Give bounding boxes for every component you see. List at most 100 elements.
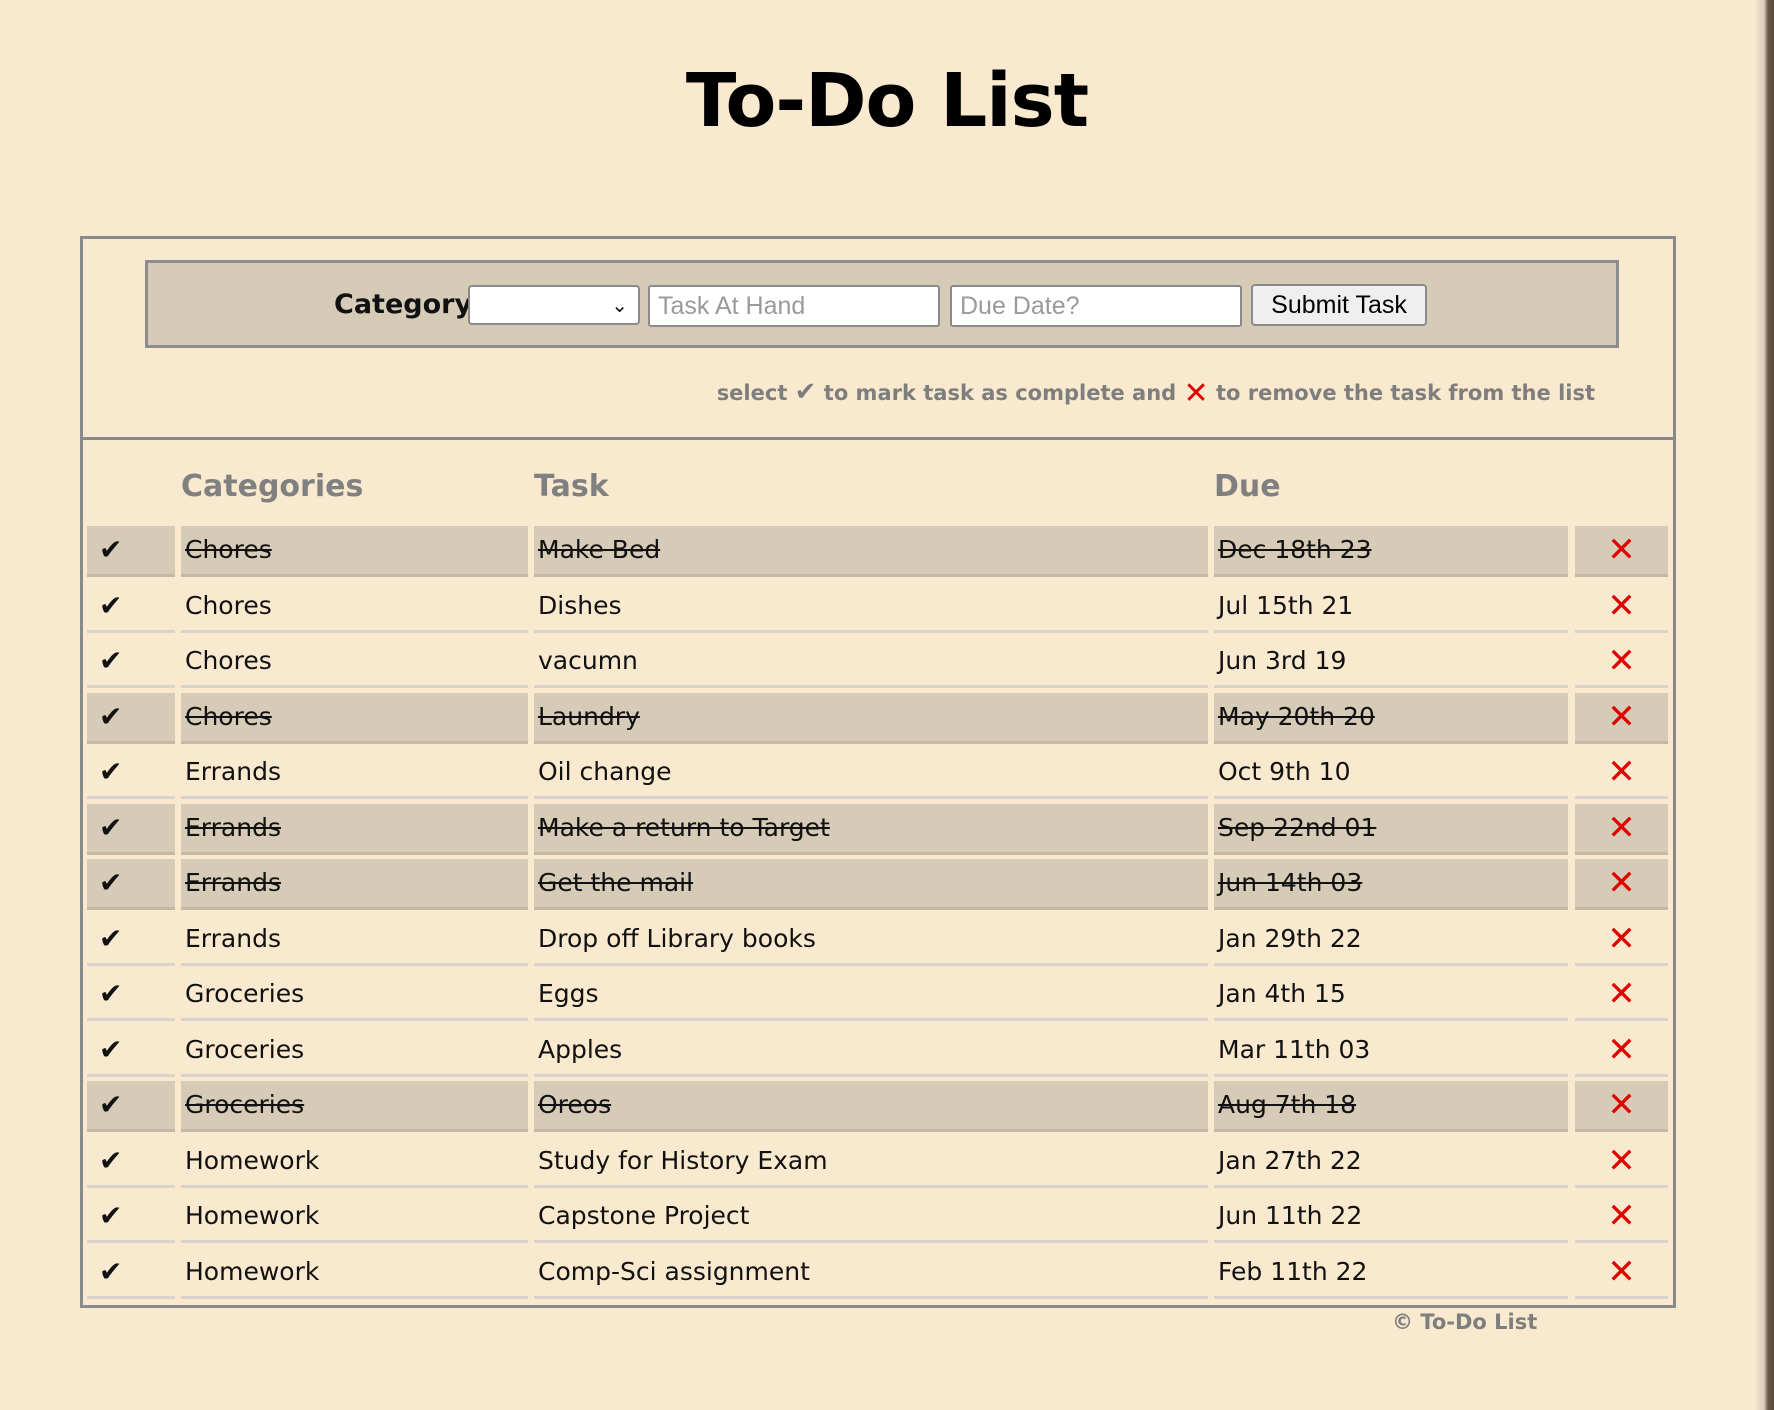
task-form: Category ⌄ Task At Hand Due Date? Submit… <box>145 260 1619 348</box>
task-name-text: Oreos <box>538 1090 612 1119</box>
task-due-date-text: Jan 27th 22 <box>1218 1145 1362 1175</box>
remove-x-icon[interactable]: ✕ <box>1575 748 1668 799</box>
task-name-text: Study for History Exam <box>538 1145 828 1175</box>
task-category: Chores <box>181 637 528 688</box>
task-name-text: Drop off Library books <box>538 923 816 953</box>
remove-x-icon[interactable]: ✕ <box>1575 1248 1668 1299</box>
task-category-text: Homework <box>185 1145 320 1175</box>
task-due-date-text: Dec 18th 23 <box>1218 535 1372 564</box>
complete-check-icon[interactable]: ✔ <box>87 859 175 910</box>
task-list: ✔ Chores Make Bed Dec 18th 23 ✕ ✔ Chores Dishes… <box>87 526 1669 1303</box>
category-select[interactable]: ⌄ <box>468 285 640 325</box>
category-label: Category <box>334 289 473 320</box>
task-category-text: Errands <box>185 812 281 842</box>
complete-check-icon[interactable]: ✔ <box>87 526 175 577</box>
task-name-text: Get the mail <box>538 868 694 897</box>
header-categories: Categories <box>181 469 364 504</box>
complete-check-icon-text: ✔ <box>99 1088 123 1121</box>
task-category: Groceries <box>181 970 528 1021</box>
task-due-date-text: Feb 11th 22 <box>1218 1256 1368 1286</box>
task-category-text: Errands <box>185 757 281 786</box>
complete-check-icon[interactable]: ✔ <box>87 803 175 855</box>
table-row: ✔ Chores vacumn Jun 3rd 19 ✕ <box>87 637 1669 688</box>
task-due-date-text: Sep 22nd 01 <box>1218 812 1377 842</box>
remove-x-icon-text: ✕ <box>1607 752 1636 792</box>
task-due-date: Jan 4th 15 <box>1214 970 1568 1021</box>
task-due-date: May 20th 20 <box>1214 692 1568 744</box>
task-due-date-text: Jun 3rd 19 <box>1218 646 1347 675</box>
task-due-date-text: Mar 11th 03 <box>1218 1034 1371 1064</box>
task-name: Laundry <box>534 692 1208 744</box>
task-due-date-text: Jun 11th 22 <box>1218 1201 1363 1230</box>
remove-x-icon[interactable]: ✕ <box>1575 526 1668 577</box>
task-name: Apples <box>534 1026 1208 1077</box>
task-category-text: Errands <box>185 923 281 953</box>
task-category: Errands <box>181 803 528 855</box>
complete-check-icon[interactable]: ✔ <box>87 1081 175 1132</box>
due-date-input[interactable]: Due Date? <box>950 285 1242 327</box>
complete-check-icon[interactable]: ✔ <box>87 970 175 1021</box>
task-name: Eggs <box>534 970 1208 1021</box>
task-due-date-text: Aug 7th 18 <box>1218 1090 1357 1119</box>
task-name-text: Oil change <box>538 757 672 786</box>
remove-x-icon[interactable]: ✕ <box>1575 970 1668 1021</box>
task-due-date-text: Jan 29th 22 <box>1218 923 1362 953</box>
task-due-date: Sep 22nd 01 <box>1214 803 1568 855</box>
remove-x-icon-text: ✕ <box>1607 918 1636 959</box>
remove-x-icon[interactable]: ✕ <box>1575 1192 1668 1243</box>
task-name: Make a return to Target <box>534 803 1208 855</box>
complete-check-icon[interactable]: ✔ <box>87 915 175 966</box>
task-name-text: Comp-Sci assignment <box>538 1256 810 1286</box>
remove-x-icon[interactable]: ✕ <box>1575 692 1668 744</box>
task-name: Capstone Project <box>534 1192 1208 1243</box>
task-category: Homework <box>181 1248 528 1299</box>
remove-x-icon[interactable]: ✕ <box>1575 1081 1668 1132</box>
task-input[interactable]: Task At Hand <box>648 285 940 327</box>
complete-check-icon-text: ✔ <box>99 977 123 1010</box>
task-due-date-text: Jul 15th 21 <box>1218 590 1354 620</box>
remove-x-icon-text: ✕ <box>1607 974 1636 1014</box>
complete-check-icon[interactable]: ✔ <box>87 1248 175 1299</box>
task-due-date-text: May 20th 20 <box>1218 701 1375 731</box>
remove-x-icon[interactable]: ✕ <box>1575 1137 1668 1188</box>
task-category: Groceries <box>181 1026 528 1077</box>
task-category: Homework <box>181 1192 528 1243</box>
task-name: Study for History Exam <box>534 1137 1208 1188</box>
todo-panel: Category ⌄ Task At Hand Due Date? Submit… <box>80 236 1676 1308</box>
task-due-date: Dec 18th 23 <box>1214 526 1568 577</box>
complete-check-icon[interactable]: ✔ <box>87 582 175 633</box>
submit-task-button[interactable]: Submit Task <box>1251 284 1427 326</box>
complete-check-icon-text: ✔ <box>99 1143 123 1177</box>
complete-check-icon[interactable]: ✔ <box>87 1026 175 1077</box>
task-category-text: Chores <box>185 590 272 620</box>
complete-check-icon[interactable]: ✔ <box>87 1137 175 1188</box>
remove-x-icon[interactable]: ✕ <box>1575 915 1668 966</box>
remove-x-icon[interactable]: ✕ <box>1575 859 1668 910</box>
table-row: ✔ Errands Drop off Library books Jan 29th 2… <box>87 915 1669 966</box>
table-row: ✔ Chores Make Bed Dec 18th 23 ✕ <box>87 526 1669 577</box>
table-row: ✔ Groceries Oreos Aug 7th 18 ✕ <box>87 1081 1669 1132</box>
table-row: ✔ Groceries Apples Mar 11th 03 ✕ <box>87 1026 1669 1077</box>
table-row: ✔ Errands Oil change Oct 9th 10 ✕ <box>87 748 1669 799</box>
complete-check-icon-text: ✔ <box>99 1254 123 1288</box>
complete-check-icon-text: ✔ <box>99 1199 123 1232</box>
task-name-text: Dishes <box>538 590 622 620</box>
task-category-text: Chores <box>185 646 272 675</box>
remove-x-icon[interactable]: ✕ <box>1575 637 1668 688</box>
task-due-date-text: Oct 9th 10 <box>1218 757 1351 786</box>
complete-check-icon-text: ✔ <box>99 1032 123 1066</box>
remove-x-icon[interactable]: ✕ <box>1575 1026 1668 1077</box>
complete-check-icon[interactable]: ✔ <box>87 637 175 688</box>
complete-check-icon[interactable]: ✔ <box>87 692 175 744</box>
complete-check-icon[interactable]: ✔ <box>87 1192 175 1243</box>
task-due-date: Aug 7th 18 <box>1214 1081 1568 1132</box>
complete-check-icon[interactable]: ✔ <box>87 748 175 799</box>
remove-x-icon[interactable]: ✕ <box>1575 803 1668 855</box>
task-name-text: Eggs <box>538 979 599 1008</box>
complete-check-icon-text: ✔ <box>99 921 123 955</box>
task-name-text: Make Bed <box>538 535 661 564</box>
remove-x-icon-text: ✕ <box>1607 1029 1636 1070</box>
task-name-text: Laundry <box>538 701 640 731</box>
complete-check-icon-text: ✔ <box>99 699 123 733</box>
remove-x-icon[interactable]: ✕ <box>1575 582 1668 633</box>
